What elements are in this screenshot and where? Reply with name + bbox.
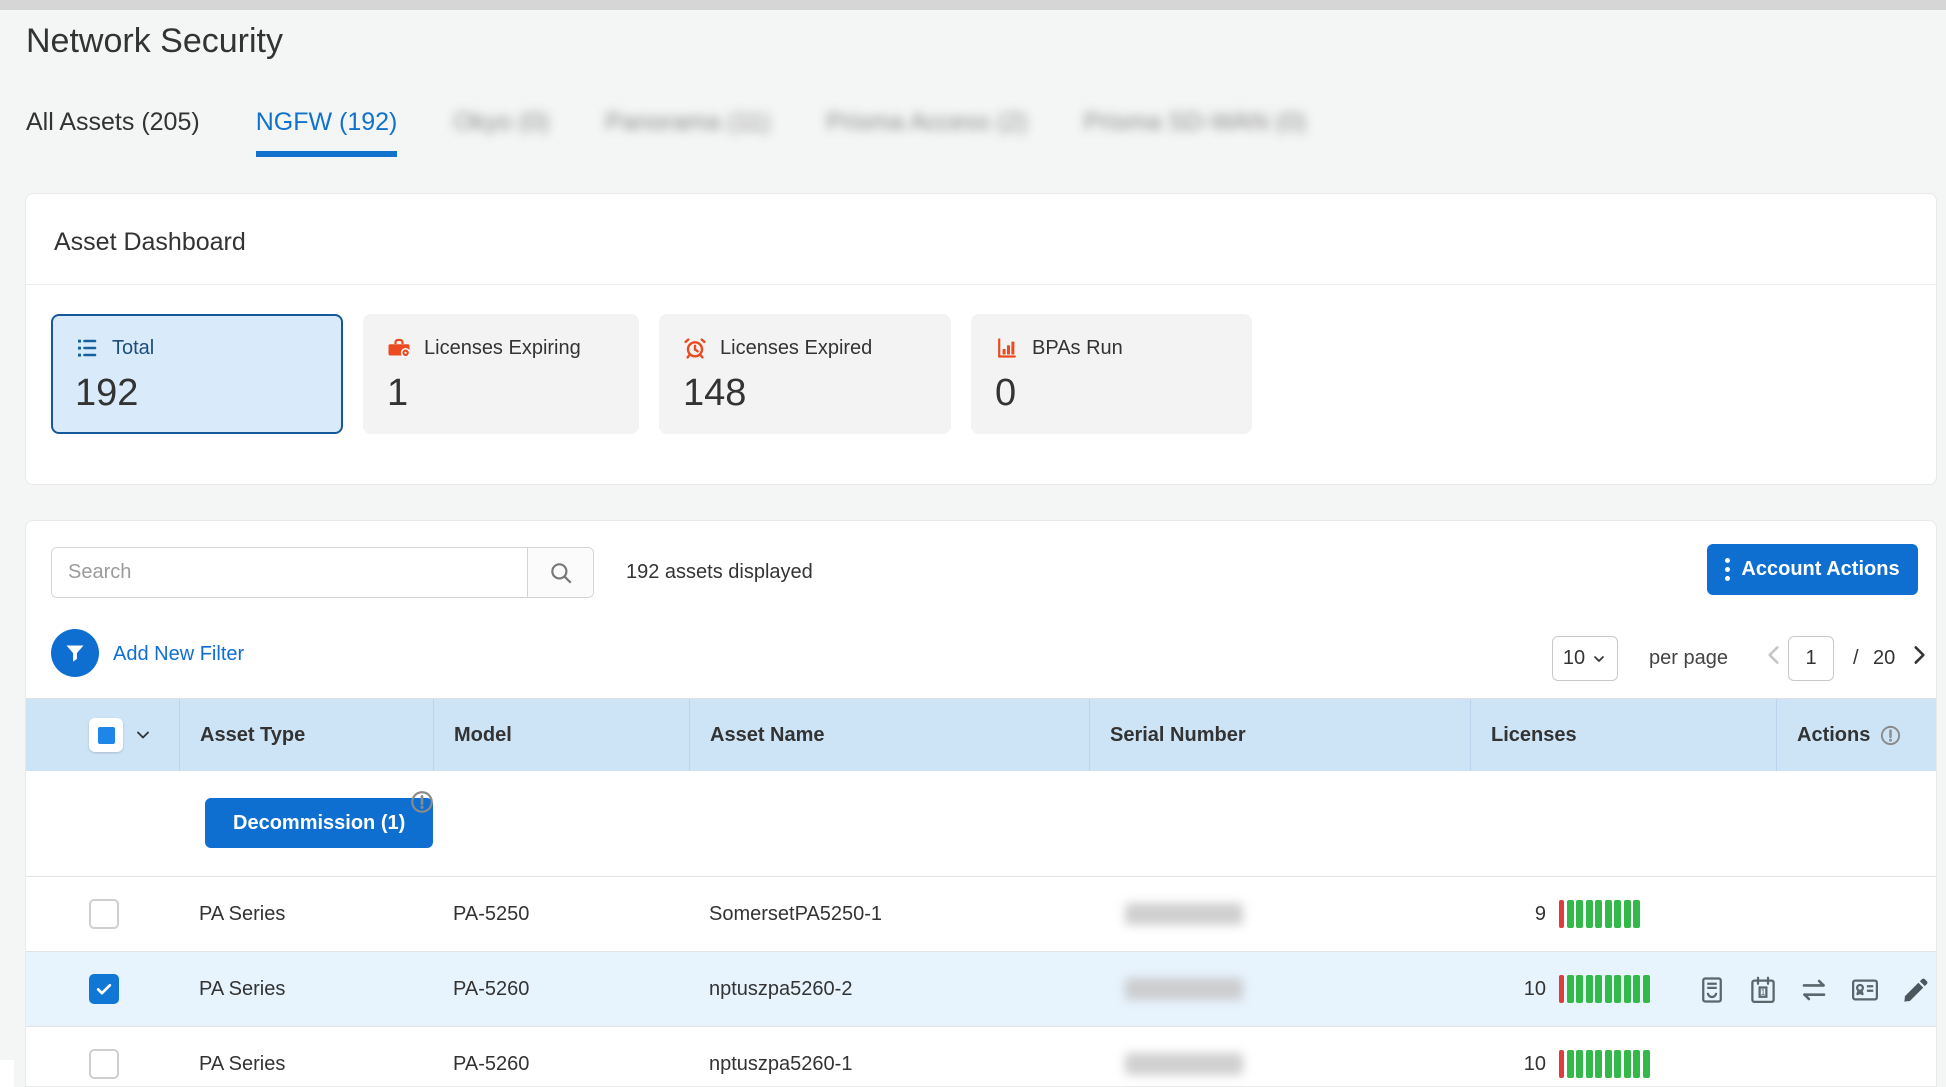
tab-blurred-okyo[interactable]: Okyo (0) <box>453 108 549 157</box>
column-header-actions: Actions <box>1776 699 1937 771</box>
tile-bpas-run[interactable]: BPAs Run 0 <box>971 314 1252 434</box>
license-count: 10 <box>1490 1053 1546 1076</box>
transfer-icon[interactable] <box>1799 975 1829 1005</box>
asset-dashboard-card: Asset Dashboard Total 192 Licenses Expir… <box>25 193 1937 485</box>
tile-total[interactable]: Total 192 <box>51 314 343 434</box>
license-bars <box>1559 975 1650 1003</box>
cell-asset-name: nptuszpa5260-2 <box>689 952 1089 1026</box>
funnel-icon <box>63 641 87 665</box>
row-checkbox[interactable] <box>89 899 119 929</box>
search-input[interactable] <box>52 548 527 597</box>
info-alert-icon[interactable] <box>409 789 435 815</box>
chevron-down-icon[interactable] <box>133 725 153 745</box>
cell-asset-type: PA Series <box>179 952 433 1026</box>
page-size-value: 10 <box>1563 647 1585 670</box>
search-icon <box>548 560 574 586</box>
dashboard-divider <box>26 284 1936 285</box>
filter-button[interactable] <box>51 629 99 677</box>
tab-ngfw[interactable]: NGFW (192) <box>256 108 398 157</box>
tile-label: Licenses Expired <box>720 337 872 360</box>
table-row: PA Series PA-5250 SomersetPA5250-1 9 <box>26 876 1937 951</box>
list-icon <box>75 336 99 360</box>
tile-label: BPAs Run <box>1032 337 1123 360</box>
redacted-serial-number <box>1125 978 1243 1000</box>
tile-value: 192 <box>75 372 319 415</box>
table-row-selected: PA Series PA-5260 nptuszpa5260-2 10 1 <box>26 951 1937 1026</box>
license-bars <box>1559 1050 1650 1078</box>
cell-asset-name: nptuszpa5260-1 <box>689 1027 1089 1087</box>
corner-notch <box>0 1060 14 1087</box>
device-summary-icon[interactable] <box>1697 975 1727 1005</box>
cell-asset-name: SomersetPA5250-1 <box>689 877 1089 951</box>
tile-label: Total <box>112 337 154 360</box>
per-page-label: per page <box>1649 647 1728 670</box>
table-row: PA Series PA-5260 nptuszpa5260-1 10 <box>26 1026 1937 1087</box>
column-header-asset-type[interactable]: Asset Type <box>179 699 433 771</box>
chevron-left-icon <box>1761 655 1787 672</box>
license-count: 9 <box>1490 903 1546 926</box>
svg-text:1: 1 <box>1761 988 1766 997</box>
bar-chart-icon <box>995 336 1019 360</box>
select-all-checkbox[interactable] <box>89 718 123 752</box>
tab-all-assets[interactable]: All Assets (205) <box>26 108 200 157</box>
total-pages: 20 <box>1873 647 1895 670</box>
current-page-input[interactable]: 1 <box>1788 636 1834 681</box>
previous-page-button[interactable] <box>1761 642 1787 668</box>
kebab-icon <box>1725 558 1730 581</box>
account-actions-label: Account Actions <box>1741 558 1899 581</box>
page-title: Network Security <box>26 22 283 61</box>
cell-model: PA-5250 <box>433 877 689 951</box>
chevron-down-icon <box>1591 651 1607 667</box>
chevron-right-icon <box>1906 655 1932 672</box>
tile-value: 1 <box>387 372 615 415</box>
window-top-strip <box>0 0 1946 10</box>
row-checkbox[interactable] <box>89 1049 119 1079</box>
dashboard-title: Asset Dashboard <box>26 194 1936 257</box>
tile-value: 148 <box>683 372 927 415</box>
tile-licenses-expiring[interactable]: Licenses Expiring 1 <box>363 314 639 434</box>
tile-label: Licenses Expiring <box>424 337 581 360</box>
cell-model: PA-5260 <box>433 952 689 1026</box>
page-separator: / <box>1853 647 1859 670</box>
page-size-select[interactable]: 10 <box>1552 636 1618 681</box>
assets-displayed-count: 192 assets displayed <box>626 561 813 584</box>
row-action-buttons: 1 <box>1697 952 1931 1027</box>
asset-tabs: All Assets (205) NGFW (192) Okyo (0) Pan… <box>26 108 1306 157</box>
add-new-filter-link[interactable]: Add New Filter <box>113 643 244 666</box>
assets-table-card: 192 assets displayed Account Actions Add… <box>25 520 1937 1087</box>
info-alert-icon[interactable] <box>1879 724 1902 747</box>
tab-blurred-prisma-access[interactable]: Prisma Access (2) <box>826 108 1027 157</box>
search-button[interactable] <box>527 548 593 597</box>
tile-licenses-expired[interactable]: Licenses Expired 148 <box>659 314 951 434</box>
decommission-button[interactable]: Decommission (1) <box>205 798 433 848</box>
column-header-licenses[interactable]: Licenses <box>1470 699 1776 771</box>
cell-asset-type: PA Series <box>179 1027 433 1087</box>
account-actions-button[interactable]: Account Actions <box>1707 544 1918 595</box>
calendar-day-icon[interactable]: 1 <box>1748 975 1778 1005</box>
network-security-page: Network Security All Assets (205) NGFW (… <box>0 0 1946 1087</box>
edit-pencil-icon[interactable] <box>1901 975 1931 1005</box>
redacted-serial-number <box>1125 903 1243 925</box>
column-header-serial-number[interactable]: Serial Number <box>1089 699 1470 771</box>
column-header-model[interactable]: Model <box>433 699 689 771</box>
bulk-action-row: Decommission (1) <box>26 771 1937 876</box>
cell-asset-type: PA Series <box>179 877 433 951</box>
cell-model: PA-5260 <box>433 1027 689 1087</box>
tab-blurred-panorama[interactable]: Panorama (11) <box>605 108 770 157</box>
table-header-row: Asset Type Model Asset Name Serial Numbe… <box>26 698 1937 771</box>
briefcase-alert-icon <box>387 336 411 360</box>
license-count: 10 <box>1490 978 1546 1001</box>
license-bars <box>1559 900 1640 928</box>
alarm-clock-icon <box>683 336 707 360</box>
row-checkbox-checked[interactable] <box>89 974 119 1004</box>
search-box <box>51 547 594 598</box>
tab-blurred-prisma-sdwan[interactable]: Prisma SD-WAN (0) <box>1084 108 1307 157</box>
next-page-button[interactable] <box>1906 642 1932 668</box>
actions-header-label: Actions <box>1797 724 1870 747</box>
tile-value: 0 <box>995 372 1228 415</box>
dashboard-tiles: Total 192 Licenses Expiring 1 <box>51 314 1252 434</box>
column-header-asset-name[interactable]: Asset Name <box>689 699 1089 771</box>
redacted-serial-number <box>1125 1053 1243 1075</box>
license-certificate-icon[interactable] <box>1850 975 1880 1005</box>
